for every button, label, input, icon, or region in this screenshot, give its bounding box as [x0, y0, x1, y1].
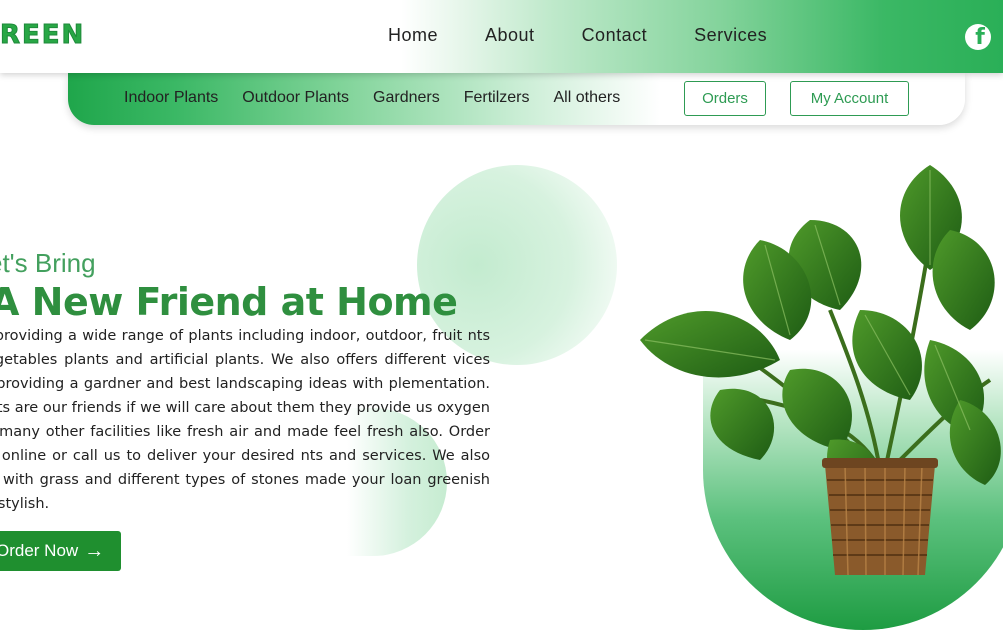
- arrow-right-icon: →: [84, 540, 105, 562]
- category-outdoor-plants[interactable]: Outdoor Plants: [242, 89, 349, 107]
- my-account-button[interactable]: My Account: [790, 81, 909, 116]
- category-indoor-plants[interactable]: Indoor Plants: [124, 89, 218, 107]
- category-all-others[interactable]: All others: [554, 89, 621, 107]
- hero-subtitle: et's Bring: [0, 248, 96, 278]
- hero-title: A New Friend at Home: [0, 280, 458, 324]
- logo[interactable]: REEN: [0, 20, 85, 51]
- category-nav: Indoor Plants Outdoor Plants Gardners Fe…: [124, 89, 644, 107]
- main-nav: Home About Contact Services: [388, 25, 814, 46]
- hero-paragraph: are providing a wide range of plants inc…: [0, 328, 490, 512]
- order-now-label: Order Now: [0, 541, 79, 560]
- category-bar: Indoor Plants Outdoor Plants Gardners Fe…: [68, 73, 965, 125]
- orders-button[interactable]: Orders: [684, 81, 766, 116]
- nav-about[interactable]: About: [485, 25, 535, 46]
- nav-home[interactable]: Home: [388, 25, 438, 46]
- facebook-icon[interactable]: f: [965, 24, 991, 50]
- order-now-button[interactable]: Order Now →: [0, 531, 121, 571]
- category-gardners[interactable]: Gardners: [373, 89, 440, 107]
- top-header: REEN Home About Contact Services f: [0, 0, 1003, 73]
- category-fertilizers[interactable]: Fertilzers: [464, 89, 530, 107]
- potted-plant-image: [640, 165, 1001, 576]
- nav-contact[interactable]: Contact: [582, 25, 648, 46]
- nav-services[interactable]: Services: [694, 25, 767, 46]
